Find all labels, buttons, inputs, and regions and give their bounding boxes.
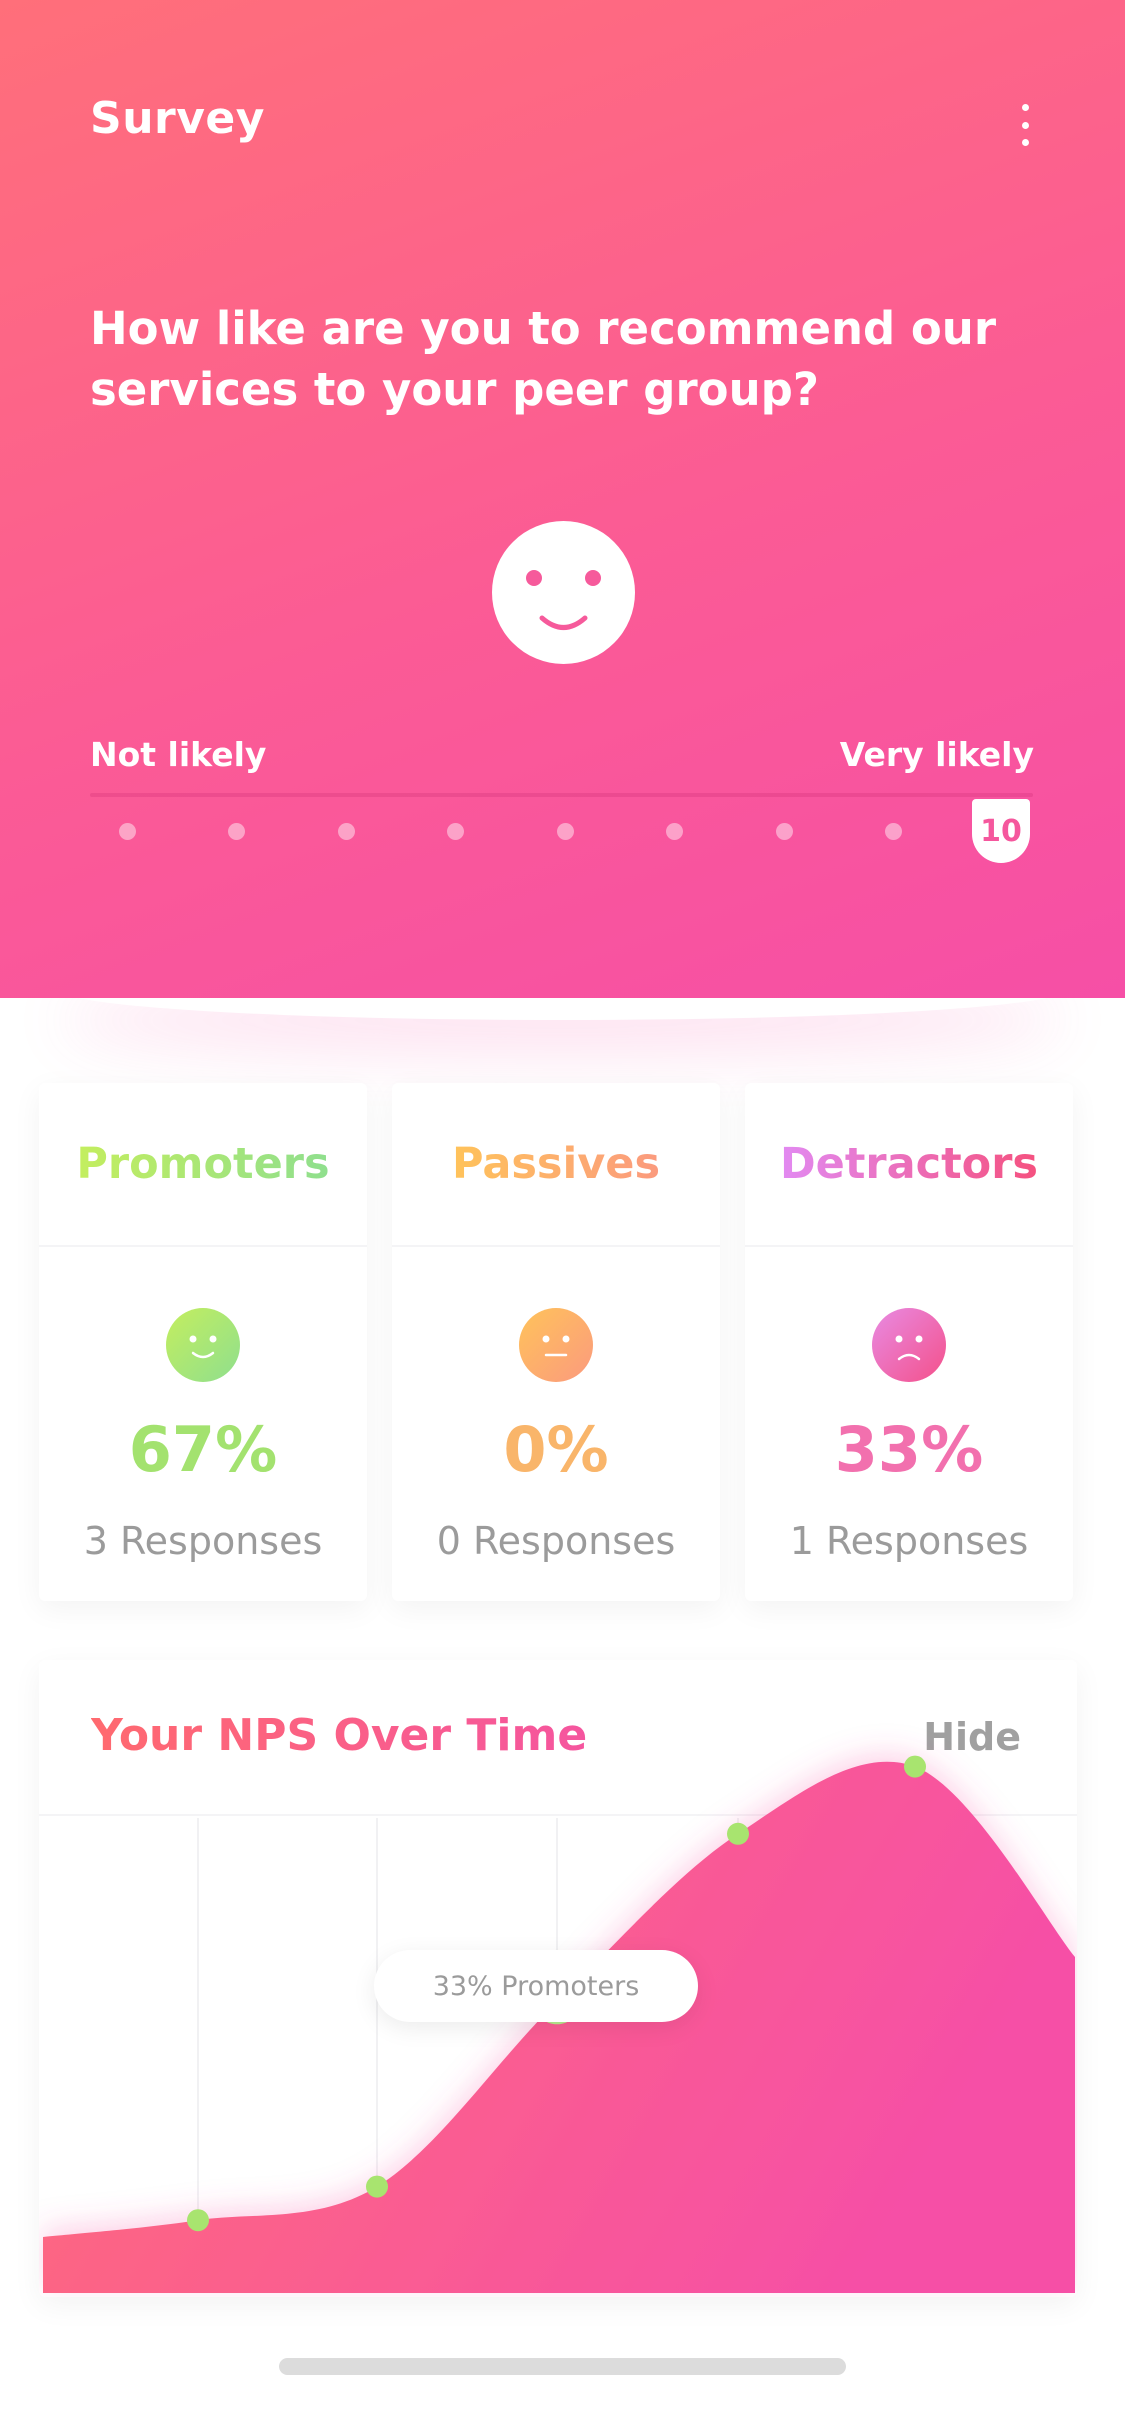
chart-data-point[interactable] [187,2209,209,2232]
passives-percent: 0% [503,1413,609,1486]
survey-screen: Survey How like are you to recommend our… [0,0,1125,2436]
rating-slider-thumb[interactable]: 10 [972,799,1030,863]
promoters-percent: 67% [128,1413,278,1486]
card-title: Passives [451,1139,661,1189]
rating-step-dot[interactable] [118,823,136,840]
detractors-card: Detractors 33% 1 Responses [745,1083,1073,1601]
chart-tooltip: 33% Promoters [374,1950,698,2022]
card-title: Promoters [76,1139,330,1189]
detractors-percent: 33% [834,1413,984,1486]
sad-face-icon [872,1308,946,1382]
card-header: Passives [392,1083,720,1247]
passives-responses: 0 Responses [436,1519,676,1563]
passives-card: Passives 0% 0 Responses [392,1083,720,1601]
home-indicator[interactable] [279,2358,846,2375]
happy-face-icon [166,1308,240,1382]
chart-data-point[interactable] [366,2175,388,2198]
detractors-responses: 1 Responses [789,1519,1029,1563]
chart-data-point[interactable] [904,1755,926,1778]
rating-step-dot[interactable] [885,823,902,840]
rating-step-dot[interactable] [228,823,245,840]
card-header: Detractors [745,1083,1073,1247]
rating-step-dot[interactable] [556,823,574,840]
chart-data-point[interactable] [727,1822,749,1845]
rating-steps [0,0,1125,998]
rating-step-dot[interactable] [447,823,464,840]
rating-step-dot[interactable] [337,823,355,840]
card-header: Promoters [39,1083,367,1247]
promoters-card: Promoters 67% 3 Responses [39,1083,367,1601]
rating-step-dot[interactable] [666,823,683,840]
rating-step-dot[interactable] [775,823,793,840]
neutral-face-icon [519,1308,593,1382]
promoters-responses: 3 Responses [83,1519,323,1563]
card-title: Detractors [779,1139,1039,1189]
survey-header: Survey How like are you to recommend our… [0,0,1125,998]
